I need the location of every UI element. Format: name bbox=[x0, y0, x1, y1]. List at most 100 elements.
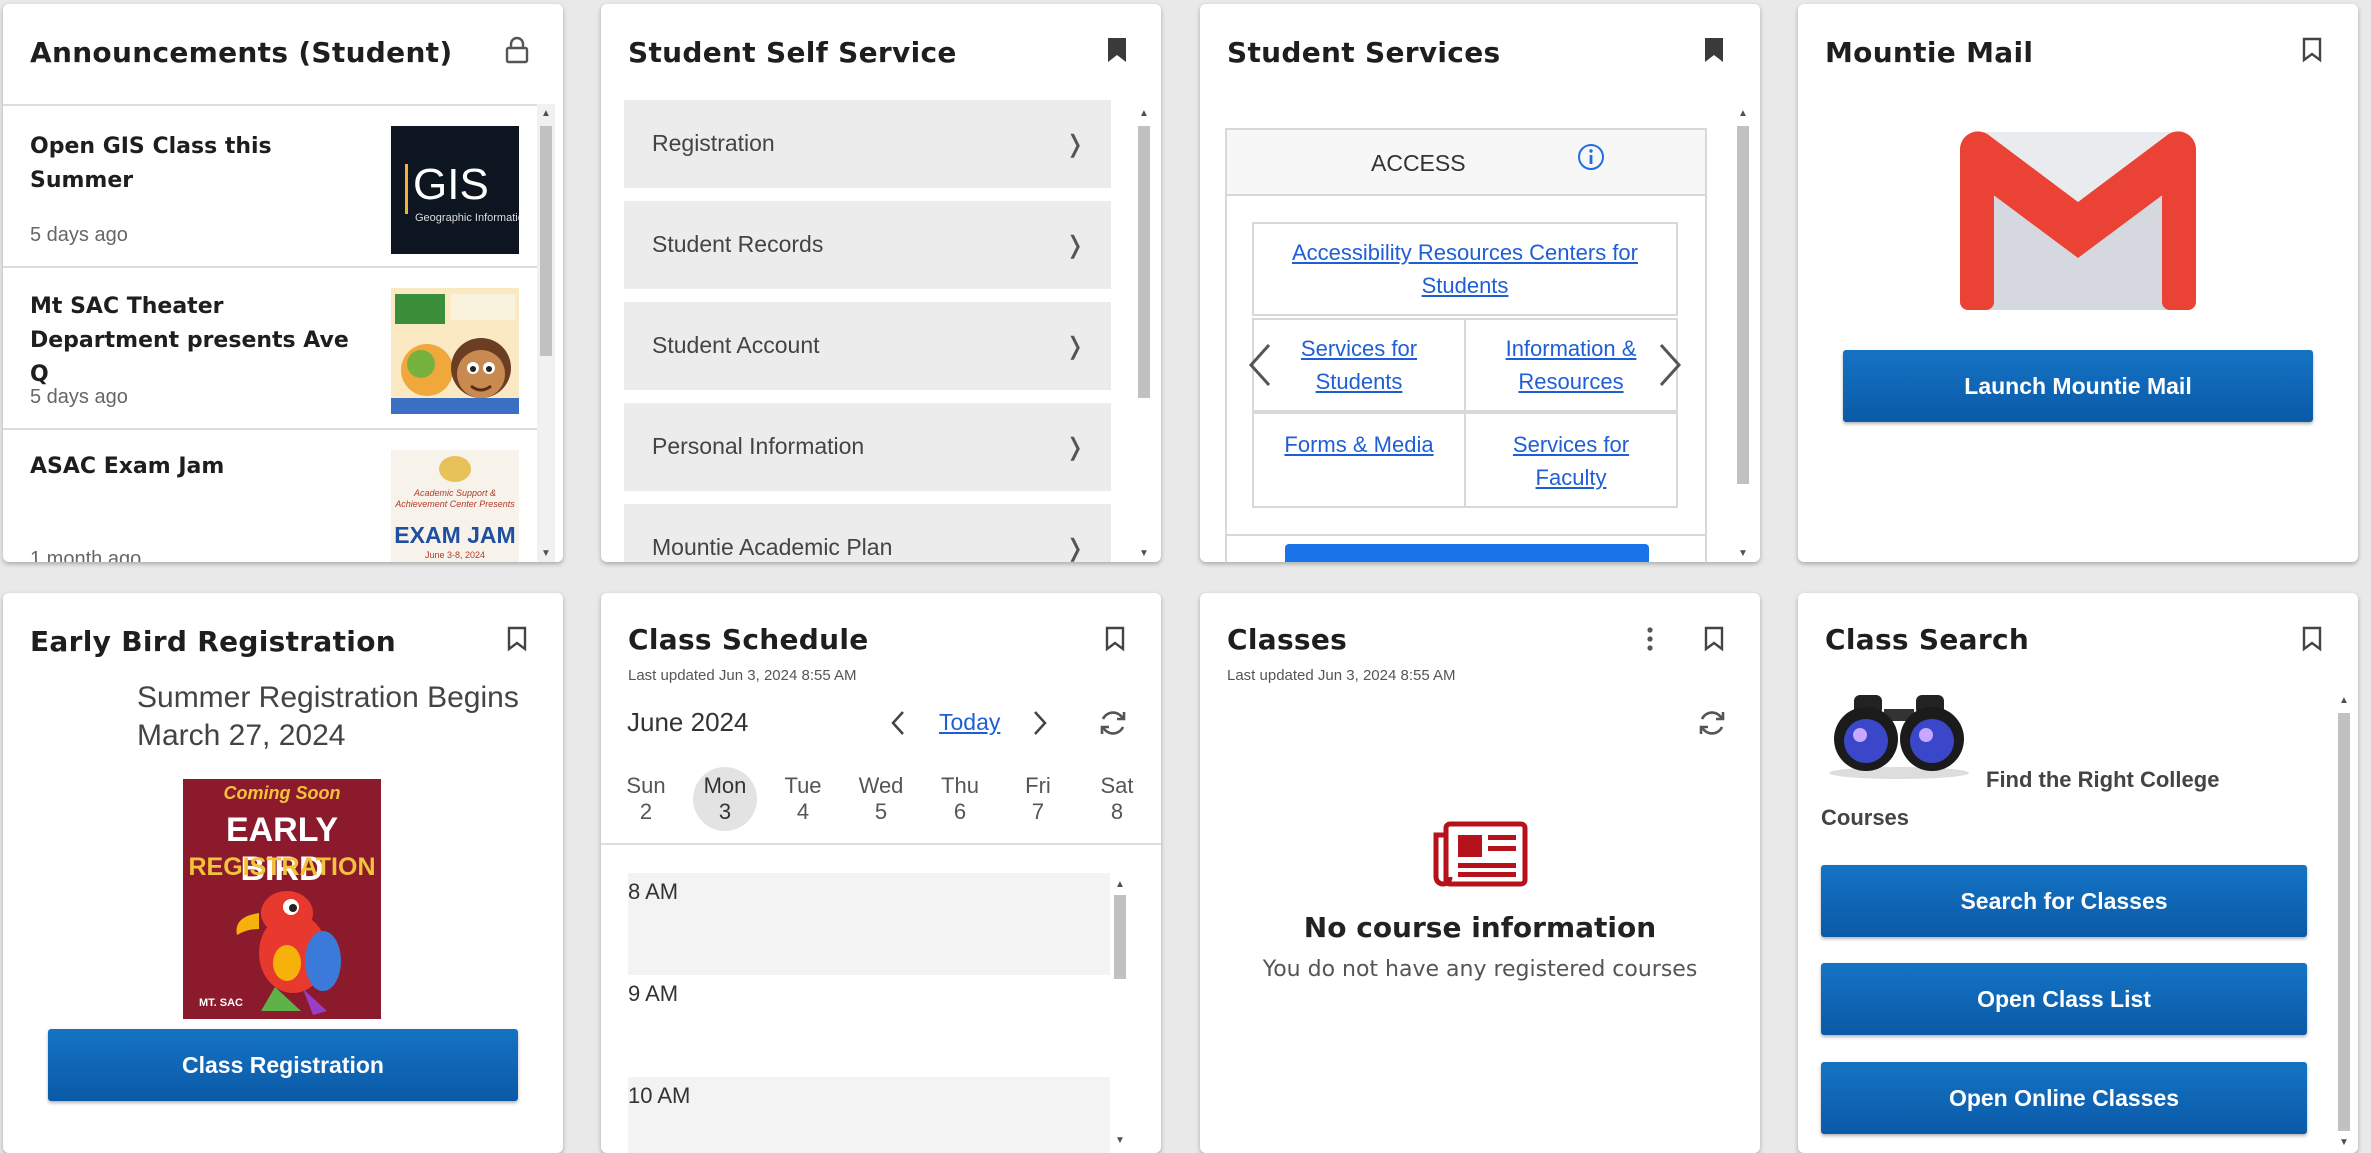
chevron-left-icon[interactable] bbox=[1247, 342, 1273, 393]
scrollbar[interactable]: ▲ ▼ bbox=[537, 104, 555, 562]
chevron-right-icon[interactable] bbox=[1657, 342, 1683, 393]
self-service-item-registration[interactable]: Registration ❭ bbox=[624, 100, 1111, 188]
card-title: Student Services bbox=[1227, 36, 1501, 69]
services-for-students-link[interactable]: Services for Students bbox=[1284, 332, 1434, 398]
announcement-title[interactable]: Mt SAC Theater Department presents Ave Q bbox=[30, 290, 360, 392]
lock-icon[interactable] bbox=[499, 32, 535, 68]
scrollbar[interactable]: ▲ ▼ bbox=[1734, 104, 1752, 562]
scroll-down-arrow[interactable]: ▼ bbox=[1135, 544, 1153, 562]
scrollbar[interactable]: ▲ ▼ bbox=[1111, 875, 1129, 1153]
accessibility-resources-link[interactable]: Accessibility Resources Centers for Stud… bbox=[1274, 236, 1656, 302]
day-wed[interactable]: Wed 5 bbox=[851, 773, 911, 825]
card-title: Class Schedule bbox=[628, 623, 869, 656]
hour-row[interactable]: 10 AM bbox=[628, 1077, 1110, 1153]
thumb-text: GIS bbox=[413, 160, 489, 209]
tagline-part-2: Courses bbox=[1821, 805, 1910, 830]
access-action-button[interactable] bbox=[1285, 544, 1649, 562]
link-tile: Information & Resources bbox=[1464, 318, 1678, 412]
scroll-down-arrow[interactable]: ▼ bbox=[1734, 544, 1752, 562]
item-label: Student Records bbox=[652, 231, 824, 257]
scroll-down-arrow[interactable]: ▼ bbox=[537, 544, 555, 562]
refresh-icon[interactable] bbox=[1696, 707, 1728, 744]
link-tile: Forms & Media bbox=[1252, 412, 1466, 508]
info-icon[interactable] bbox=[1577, 143, 1605, 176]
list-item[interactable]: Open GIS Class this Summer 5 days ago GI… bbox=[3, 104, 537, 266]
thumb-text: EXAM JAM bbox=[394, 522, 516, 548]
search-for-classes-button[interactable]: Search for Classes bbox=[1821, 865, 2307, 937]
day-name: Wed bbox=[858, 773, 904, 798]
day-sat[interactable]: Sat 8 bbox=[1087, 773, 1147, 825]
day-fri[interactable]: Fri 7 bbox=[1008, 773, 1068, 825]
refresh-icon[interactable] bbox=[1097, 707, 1129, 744]
bookmark-outline-icon[interactable] bbox=[1696, 621, 1732, 657]
scroll-thumb[interactable] bbox=[1114, 895, 1126, 979]
self-service-item-mountie-academic-plan[interactable]: Mountie Academic Plan ❭ bbox=[624, 504, 1111, 562]
month-label: June 2024 bbox=[627, 707, 749, 737]
tagline-part-1: Find the Right College bbox=[1986, 767, 2220, 792]
day-number: 2 bbox=[639, 799, 653, 824]
list-item[interactable]: ASAC Exam Jam 1 month ago Academic Suppo… bbox=[3, 428, 537, 562]
hour-row[interactable]: 8 AM bbox=[628, 873, 1110, 975]
heading-line-2: March 27, 2024 bbox=[137, 719, 346, 752]
divider bbox=[1227, 534, 1705, 536]
open-class-list-button[interactable]: Open Class List bbox=[1821, 963, 2307, 1035]
link-tile: Accessibility Resources Centers for Stud… bbox=[1252, 222, 1678, 316]
student-services-card: Student Services ACCESS Accessibility Re… bbox=[1200, 4, 1760, 562]
scrollbar[interactable]: ▲ ▼ bbox=[1135, 104, 1153, 562]
self-service-item-student-records[interactable]: Student Records ❭ bbox=[624, 201, 1111, 289]
bookmark-filled-icon[interactable] bbox=[1696, 32, 1732, 68]
announcement-title[interactable]: ASAC Exam Jam bbox=[30, 450, 360, 484]
scroll-down-arrow[interactable]: ▼ bbox=[2335, 1133, 2353, 1151]
day-name: Mon bbox=[703, 773, 747, 798]
hour-label: 8 AM bbox=[628, 879, 679, 904]
self-service-item-student-account[interactable]: Student Account ❭ bbox=[624, 302, 1111, 390]
poster-line-2: REGISTRATION bbox=[188, 853, 376, 881]
class-registration-button[interactable]: Class Registration bbox=[48, 1029, 518, 1101]
gmail-logo-icon bbox=[1958, 130, 2198, 317]
class-schedule-card: Class Schedule Last updated Jun 3, 2024 … bbox=[601, 593, 1161, 1153]
access-panel: ACCESS Accessibility Resources Centers f… bbox=[1225, 128, 1707, 562]
link-tile: Services for Faculty bbox=[1464, 412, 1678, 508]
day-mon[interactable]: Mon 3 bbox=[695, 773, 755, 825]
scroll-thumb[interactable] bbox=[540, 126, 552, 356]
scroll-thumb[interactable] bbox=[1138, 126, 1150, 398]
scroll-thumb[interactable] bbox=[1737, 126, 1749, 484]
forms-media-link[interactable]: Forms & Media bbox=[1264, 428, 1454, 461]
day-thu[interactable]: Thu 6 bbox=[930, 773, 990, 825]
day-number: 5 bbox=[874, 799, 888, 824]
bookmark-filled-icon[interactable] bbox=[1099, 32, 1135, 68]
chevron-right-icon[interactable] bbox=[1031, 709, 1049, 742]
day-tue[interactable]: Tue 4 bbox=[773, 773, 833, 825]
more-vertical-icon[interactable] bbox=[1632, 621, 1668, 657]
day-number: 7 bbox=[1031, 799, 1045, 824]
classes-card: Classes Last updated Jun 3, 2024 8:55 AM… bbox=[1200, 593, 1760, 1153]
day-number: 8 bbox=[1110, 799, 1124, 824]
scroll-up-arrow[interactable]: ▲ bbox=[1111, 875, 1129, 893]
scroll-down-arrow[interactable]: ▼ bbox=[1111, 1131, 1129, 1149]
bookmark-outline-icon[interactable] bbox=[1097, 621, 1133, 657]
scroll-up-arrow[interactable]: ▲ bbox=[1734, 104, 1752, 122]
scrollbar[interactable]: ▲ ▼ bbox=[2335, 691, 2353, 1153]
chevron-right-icon: ❭ bbox=[1064, 232, 1085, 259]
bookmark-outline-icon[interactable] bbox=[2294, 621, 2330, 657]
hour-row[interactable]: 9 AM bbox=[628, 975, 1110, 1077]
scroll-up-arrow[interactable]: ▲ bbox=[537, 104, 555, 122]
hour-label: 9 AM bbox=[628, 981, 679, 1006]
bookmark-outline-icon[interactable] bbox=[2294, 32, 2330, 68]
today-link[interactable]: Today bbox=[939, 709, 1000, 736]
announcement-title[interactable]: Open GIS Class this Summer bbox=[30, 130, 360, 198]
information-resources-link[interactable]: Information & Resources bbox=[1490, 332, 1652, 398]
bookmark-outline-icon[interactable] bbox=[499, 621, 535, 657]
scroll-up-arrow[interactable]: ▲ bbox=[1135, 104, 1153, 122]
scroll-up-arrow[interactable]: ▲ bbox=[2335, 691, 2353, 709]
self-service-item-personal-information[interactable]: Personal Information ❭ bbox=[624, 403, 1111, 491]
open-online-classes-button[interactable]: Open Online Classes bbox=[1821, 1062, 2307, 1134]
chevron-left-icon[interactable] bbox=[889, 709, 907, 742]
card-title: Mountie Mail bbox=[1825, 36, 2034, 69]
launch-mountie-mail-button[interactable]: Launch Mountie Mail bbox=[1843, 350, 2313, 422]
list-item[interactable]: Mt SAC Theater Department presents Ave Q… bbox=[3, 266, 537, 428]
day-sun[interactable]: Sun 2 bbox=[616, 773, 676, 825]
services-for-faculty-link[interactable]: Services for Faculty bbox=[1496, 428, 1646, 494]
announcement-thumbnail bbox=[391, 288, 519, 414]
scroll-thumb[interactable] bbox=[2338, 713, 2350, 1131]
